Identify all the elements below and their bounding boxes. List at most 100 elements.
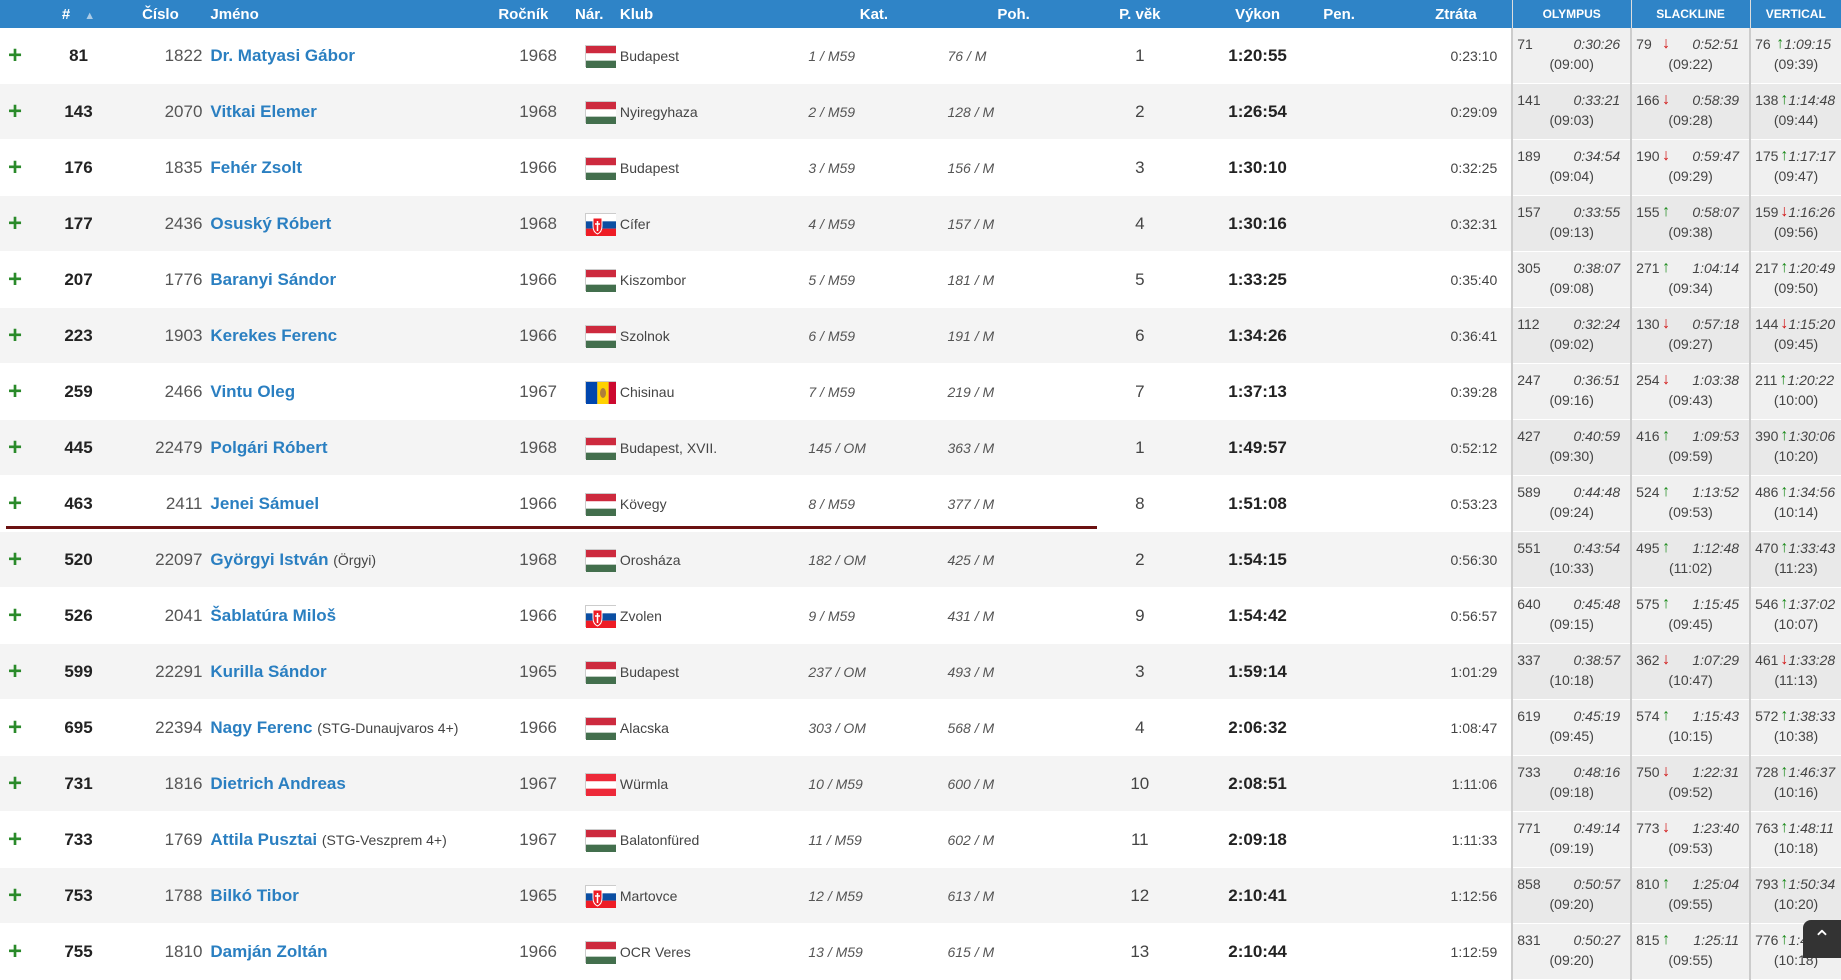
expand-plus-icon[interactable]: + <box>0 420 43 476</box>
table-row[interactable]: + 81 1822 Dr. Matyasi Gábor 1968 Budapes… <box>0 28 1841 84</box>
category-rank: 9 / M59 <box>804 588 943 644</box>
runner-name-link[interactable]: Dr. Matyasi Gábor <box>210 46 355 65</box>
header-olympus[interactable]: OLYMPUS <box>1512 0 1631 28</box>
slackline-rank: 495 <box>1636 540 1660 556</box>
expand-plus-icon[interactable]: + <box>0 308 43 364</box>
runner-name-link[interactable]: Kerekes Ferenc <box>210 326 337 345</box>
header-vertical[interactable]: VERTICAL <box>1750 0 1841 28</box>
flag-icon <box>585 101 616 123</box>
expand-plus-icon[interactable]: + <box>0 924 43 980</box>
olympus-pace: (09:08) <box>1517 280 1626 296</box>
penalty <box>1319 476 1400 532</box>
slackline-rank: 79 <box>1636 36 1660 52</box>
header-penalty[interactable]: Pen. <box>1319 0 1400 28</box>
header-age-rank[interactable]: P. věk <box>1084 0 1196 28</box>
slackline-split: 130 ↓ 0:57:18 (09:27) <box>1631 308 1750 364</box>
header-time[interactable]: Výkon <box>1196 0 1319 28</box>
bib-number: 1835 <box>114 140 206 196</box>
expand-plus-icon[interactable]: + <box>0 700 43 756</box>
table-row[interactable]: + 259 2466 Vintu Oleg 1967 Chisinau 7 / … <box>0 364 1841 420</box>
bib-number: 2041 <box>114 588 206 644</box>
runner-name-link[interactable]: Jenei Sámuel <box>210 494 319 513</box>
table-row[interactable]: + 695 22394 Nagy Ferenc (STG-Dunaujvaros… <box>0 700 1841 756</box>
olympus-rank: 831 <box>1517 932 1541 948</box>
sex-rank: 615 / M <box>943 924 1083 980</box>
table-row[interactable]: + 599 22291 Kurilla Sándor 1965 Budapest… <box>0 644 1841 700</box>
name-cell: Vitkai Elemer <box>206 84 475 140</box>
runner-name-link[interactable]: Polgári Róbert <box>210 438 327 457</box>
name-cell: Attila Pusztai (STG-Veszprem 4+) <box>206 812 475 868</box>
slackline-rank: 362 <box>1636 652 1660 668</box>
vertical-rank: 546 <box>1755 596 1778 612</box>
table-row[interactable]: + 223 1903 Kerekes Ferenc 1966 Szolnok 6… <box>0 308 1841 364</box>
expand-plus-icon[interactable]: + <box>0 364 43 420</box>
header-loss[interactable]: Ztráta <box>1400 0 1512 28</box>
header-sex[interactable]: Poh. <box>943 0 1083 28</box>
table-row[interactable]: + 463 2411 Jenei Sámuel 1966 Kövegy 8 / … <box>0 476 1841 532</box>
finish-time: 2:08:51 <box>1196 756 1319 812</box>
expand-plus-icon[interactable]: + <box>0 588 43 644</box>
runner-name-link[interactable]: Vintu Oleg <box>210 382 295 401</box>
vertical-time: 1:38:33 <box>1788 708 1835 724</box>
header-nationality[interactable]: Nár. <box>571 0 616 28</box>
header-bib[interactable]: Číslo <box>114 0 206 28</box>
runner-name-link[interactable]: Kurilla Sándor <box>210 662 326 681</box>
penalty <box>1319 532 1400 588</box>
expand-plus-icon[interactable]: + <box>0 476 43 532</box>
expand-plus-icon[interactable]: + <box>0 84 43 140</box>
scroll-top-button[interactable]: ⌃ <box>1803 920 1841 958</box>
expand-plus-icon[interactable]: + <box>0 644 43 700</box>
expand-plus-icon[interactable]: + <box>0 196 43 252</box>
expand-plus-icon[interactable]: + <box>0 532 43 588</box>
sex-rank: 191 / M <box>943 308 1083 364</box>
category-rank: 8 / M59 <box>804 476 943 532</box>
table-row[interactable]: + 755 1810 Damján Zoltán 1966 OCR Veres … <box>0 924 1841 980</box>
runner-name-link[interactable]: Šablatúra Miloš <box>210 606 336 625</box>
table-row[interactable]: + 207 1776 Baranyi Sándor 1966 Kiszombor… <box>0 252 1841 308</box>
table-row[interactable]: + 520 22097 Györgyi István (Örgyi) 1968 … <box>0 532 1841 588</box>
table-row[interactable]: + 733 1769 Attila Pusztai (STG-Veszprem … <box>0 812 1841 868</box>
position: 753 <box>43 868 115 924</box>
expand-plus-icon[interactable]: + <box>0 868 43 924</box>
header-category[interactable]: Kat. <box>804 0 943 28</box>
olympus-split: 771 0:49:14 (09:19) <box>1512 812 1631 868</box>
vertical-time: 1:17:17 <box>1788 148 1835 164</box>
expand-plus-icon[interactable]: + <box>0 28 43 84</box>
sort-icon[interactable]: ▲ <box>84 10 95 22</box>
table-row[interactable]: + 177 2436 Osuský Róbert 1968 Cífer 4 / … <box>0 196 1841 252</box>
olympus-time: 0:34:54 <box>1573 148 1620 164</box>
runner-name-link[interactable]: Györgyi István <box>210 550 328 569</box>
table-row[interactable]: + 526 2041 Šablatúra Miloš 1966 Zvolen 9… <box>0 588 1841 644</box>
position: 463 <box>43 476 115 532</box>
runner-name-link[interactable]: Fehér Zsolt <box>210 158 302 177</box>
header-position[interactable]: #▲ <box>43 0 115 28</box>
expand-plus-icon[interactable]: + <box>0 812 43 868</box>
name-cell: Šablatúra Miloš <box>206 588 475 644</box>
header-slackline[interactable]: SLACKLINE <box>1631 0 1750 28</box>
table-row[interactable]: + 731 1816 Dietrich Andreas 1967 Würmla … <box>0 756 1841 812</box>
finish-time: 1:20:55 <box>1196 28 1319 84</box>
header-name[interactable]: Jméno <box>206 0 475 28</box>
runner-name-link[interactable]: Nagy Ferenc <box>210 718 312 737</box>
slackline-time: 1:25:11 <box>1693 932 1739 948</box>
runner-name-link[interactable]: Vitkai Elemer <box>210 102 316 121</box>
table-row[interactable]: + 445 22479 Polgári Róbert 1968 Budapest… <box>0 420 1841 476</box>
runner-name-link[interactable]: Baranyi Sándor <box>210 270 336 289</box>
header-year[interactable]: Ročník <box>476 0 571 28</box>
header-club[interactable]: Klub <box>616 0 804 28</box>
expand-plus-icon[interactable]: + <box>0 140 43 196</box>
runner-name-link[interactable]: Attila Pusztai <box>210 830 317 849</box>
team-name: (STG-Dunaujvaros 4+) <box>317 720 458 736</box>
runner-name-link[interactable]: Bilkó Tibor <box>210 886 298 905</box>
expand-plus-icon[interactable]: + <box>0 252 43 308</box>
runner-name-link[interactable]: Osuský Róbert <box>210 214 331 233</box>
runner-name-link[interactable]: Dietrich Andreas <box>210 774 345 793</box>
time-loss: 1:12:59 <box>1400 924 1512 980</box>
table-row[interactable]: + 143 2070 Vitkai Elemer 1968 Nyiregyhaz… <box>0 84 1841 140</box>
expand-plus-icon[interactable]: + <box>0 756 43 812</box>
table-row[interactable]: + 753 1788 Bilkó Tibor 1965 Martovce 12 … <box>0 868 1841 924</box>
table-row[interactable]: + 176 1835 Fehér Zsolt 1966 Budapest 3 /… <box>0 140 1841 196</box>
slackline-time: 0:58:07 <box>1692 204 1739 220</box>
club: Budapest <box>616 644 804 700</box>
arrow-down-icon: ↓ <box>1780 203 1788 221</box>
